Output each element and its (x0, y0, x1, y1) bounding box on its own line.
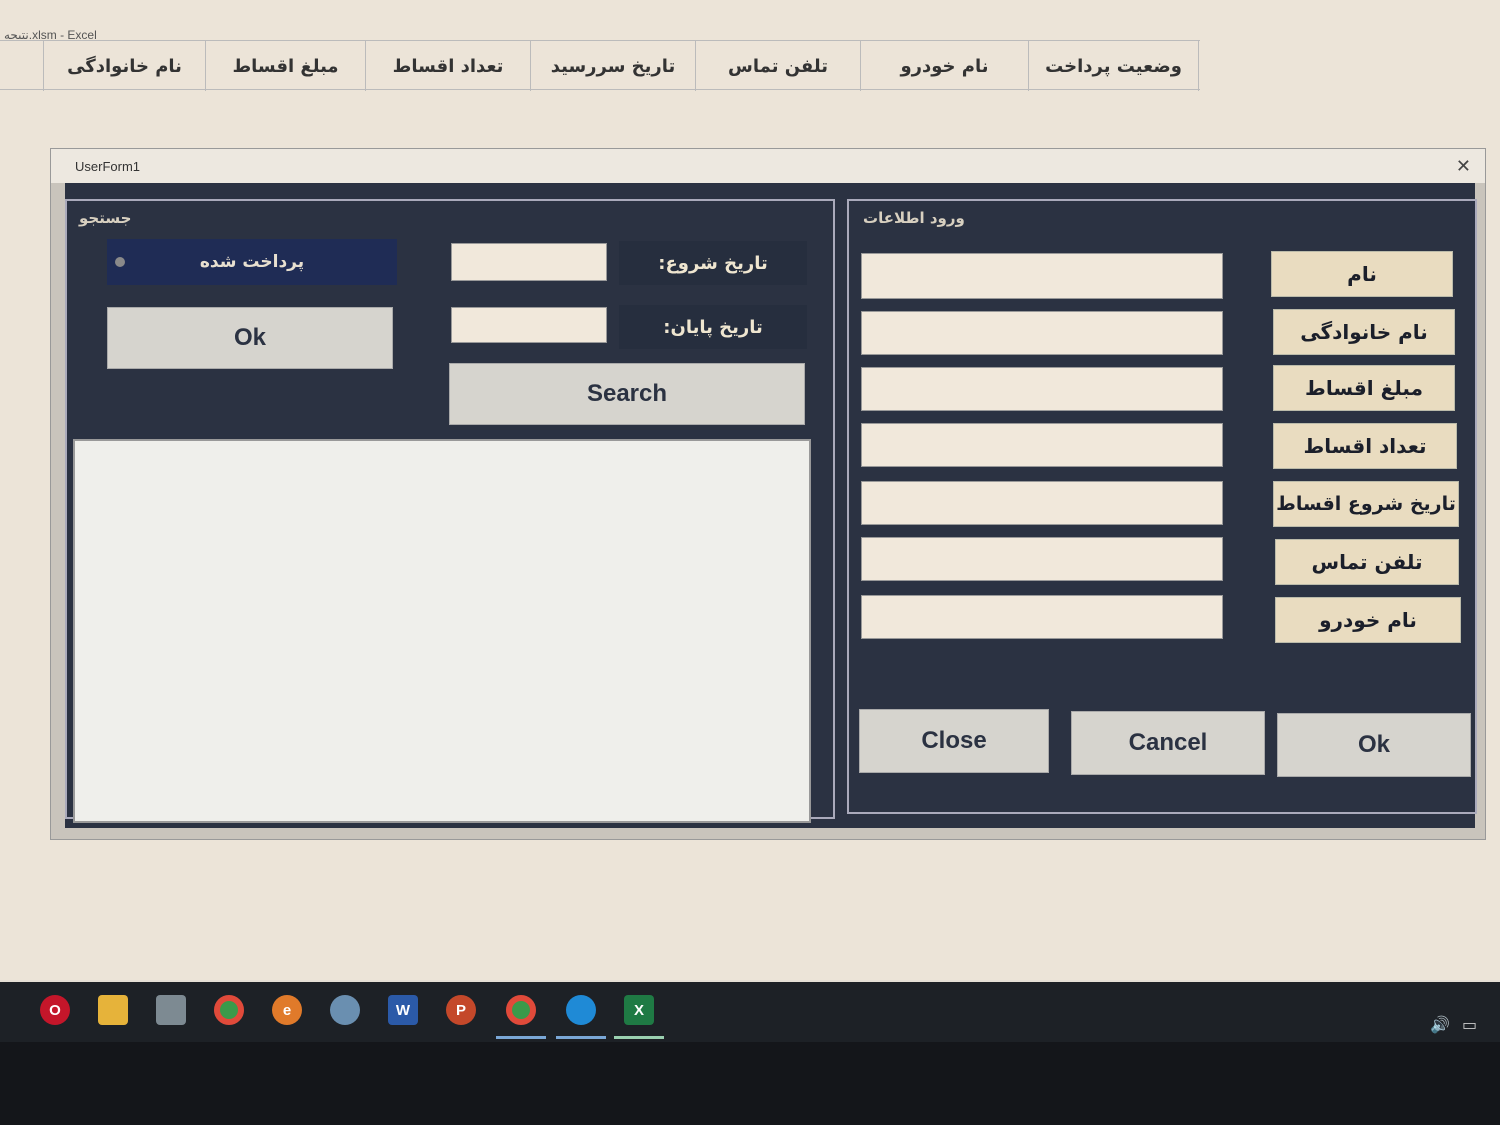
start-date-label: تاریخ شروع: (619, 241, 807, 285)
paint-icon[interactable] (330, 995, 360, 1025)
search-button[interactable]: Search (449, 363, 805, 425)
word-icon[interactable]: W (388, 995, 418, 1025)
chrome-icon-2[interactable] (506, 995, 536, 1025)
header-cell-installment-amount[interactable]: مبلغ اقساط (206, 41, 366, 91)
chrome-icon[interactable] (214, 995, 244, 1025)
app-icon[interactable] (156, 995, 186, 1025)
header-cell-installment-count[interactable]: تعداد اقساط (366, 41, 531, 91)
userform-body: جستجو پرداخت شده Ok تاریخ شروع: تاریخ پا… (65, 183, 1477, 828)
header-cell-phone[interactable]: تلفن تماس (696, 41, 861, 91)
last-name-input[interactable] (861, 311, 1223, 355)
start-date-input[interactable] (451, 243, 607, 281)
header-cell-payment-status[interactable]: وضعیت پرداخت (1029, 41, 1199, 91)
header-cell-family[interactable]: نام خانوادگی (44, 41, 206, 91)
end-date-label: تاریخ پایان: (619, 305, 807, 349)
userform-window: UserForm1 ✕ جستجو پرداخت شده Ok تاریخ شر… (50, 148, 1486, 840)
excel-icon[interactable]: X (624, 995, 654, 1025)
paid-checkbox-label: پرداخت شده (199, 252, 305, 272)
header-spacer (0, 41, 44, 91)
header-cell-due-date[interactable]: تاریخ سررسید (531, 41, 696, 91)
chrome-active-indicator (496, 1036, 546, 1039)
phone-input[interactable] (861, 537, 1223, 581)
search-ok-button[interactable]: Ok (107, 307, 393, 369)
paid-checkbox-indicator-icon[interactable] (115, 257, 125, 267)
installment-start-date-input[interactable] (861, 481, 1223, 525)
battery-icon[interactable]: ▭ (1462, 1015, 1477, 1034)
installment-count-input[interactable] (861, 423, 1223, 467)
first-name-input[interactable] (861, 253, 1223, 299)
file-explorer-icon[interactable] (98, 995, 128, 1025)
edge-active-indicator (556, 1036, 606, 1039)
close-button[interactable]: Close (859, 709, 1049, 773)
end-date-input[interactable] (451, 307, 607, 343)
field-button-installment-start-date[interactable]: تاریخ شروع اقساط (1273, 481, 1459, 527)
field-button-last-name[interactable]: نام خانوادگی (1273, 309, 1455, 355)
search-frame-label: جستجو (79, 209, 132, 227)
paid-checkbox[interactable]: پرداخت شده (107, 239, 397, 285)
cancel-button[interactable]: Cancel (1071, 711, 1265, 775)
sheet-header-row: نام خانوادگی مبلغ اقساط تعداد اقساط تاری… (0, 40, 1200, 91)
field-button-car-name[interactable]: نام خودرو (1275, 597, 1461, 643)
userform-titlebar[interactable]: UserForm1 (51, 149, 1485, 183)
header-cell-car-name[interactable]: نام خودرو (861, 41, 1029, 91)
browser-icon[interactable]: e (272, 995, 302, 1025)
opera-icon[interactable]: O (40, 995, 70, 1025)
search-frame: جستجو پرداخت شده Ok تاریخ شروع: تاریخ پا… (65, 199, 835, 823)
edge-icon[interactable] (566, 995, 596, 1025)
car-name-input[interactable] (861, 595, 1223, 639)
close-icon[interactable]: ✕ (1456, 149, 1471, 183)
results-listbox[interactable] (73, 439, 811, 823)
field-button-installment-amount[interactable]: مبلغ اقساط (1273, 365, 1455, 411)
data-entry-frame: ورود اطلاعات نام نام خانوادگی مبلغ اقساط… (847, 199, 1477, 814)
field-button-first-name[interactable]: نام (1271, 251, 1453, 297)
excel-active-indicator (614, 1036, 664, 1039)
volume-icon[interactable]: 🔊 (1430, 1015, 1450, 1034)
monitor-bezel (0, 1042, 1500, 1125)
installment-amount-input[interactable] (861, 367, 1223, 411)
entry-ok-button[interactable]: Ok (1277, 713, 1471, 777)
userform-title: UserForm1 (75, 158, 141, 174)
field-button-phone[interactable]: تلفن تماس (1275, 539, 1459, 585)
data-entry-frame-label: ورود اطلاعات (863, 209, 965, 227)
powerpoint-icon[interactable]: P (446, 995, 476, 1025)
field-button-installment-count[interactable]: تعداد اقساط (1273, 423, 1457, 469)
